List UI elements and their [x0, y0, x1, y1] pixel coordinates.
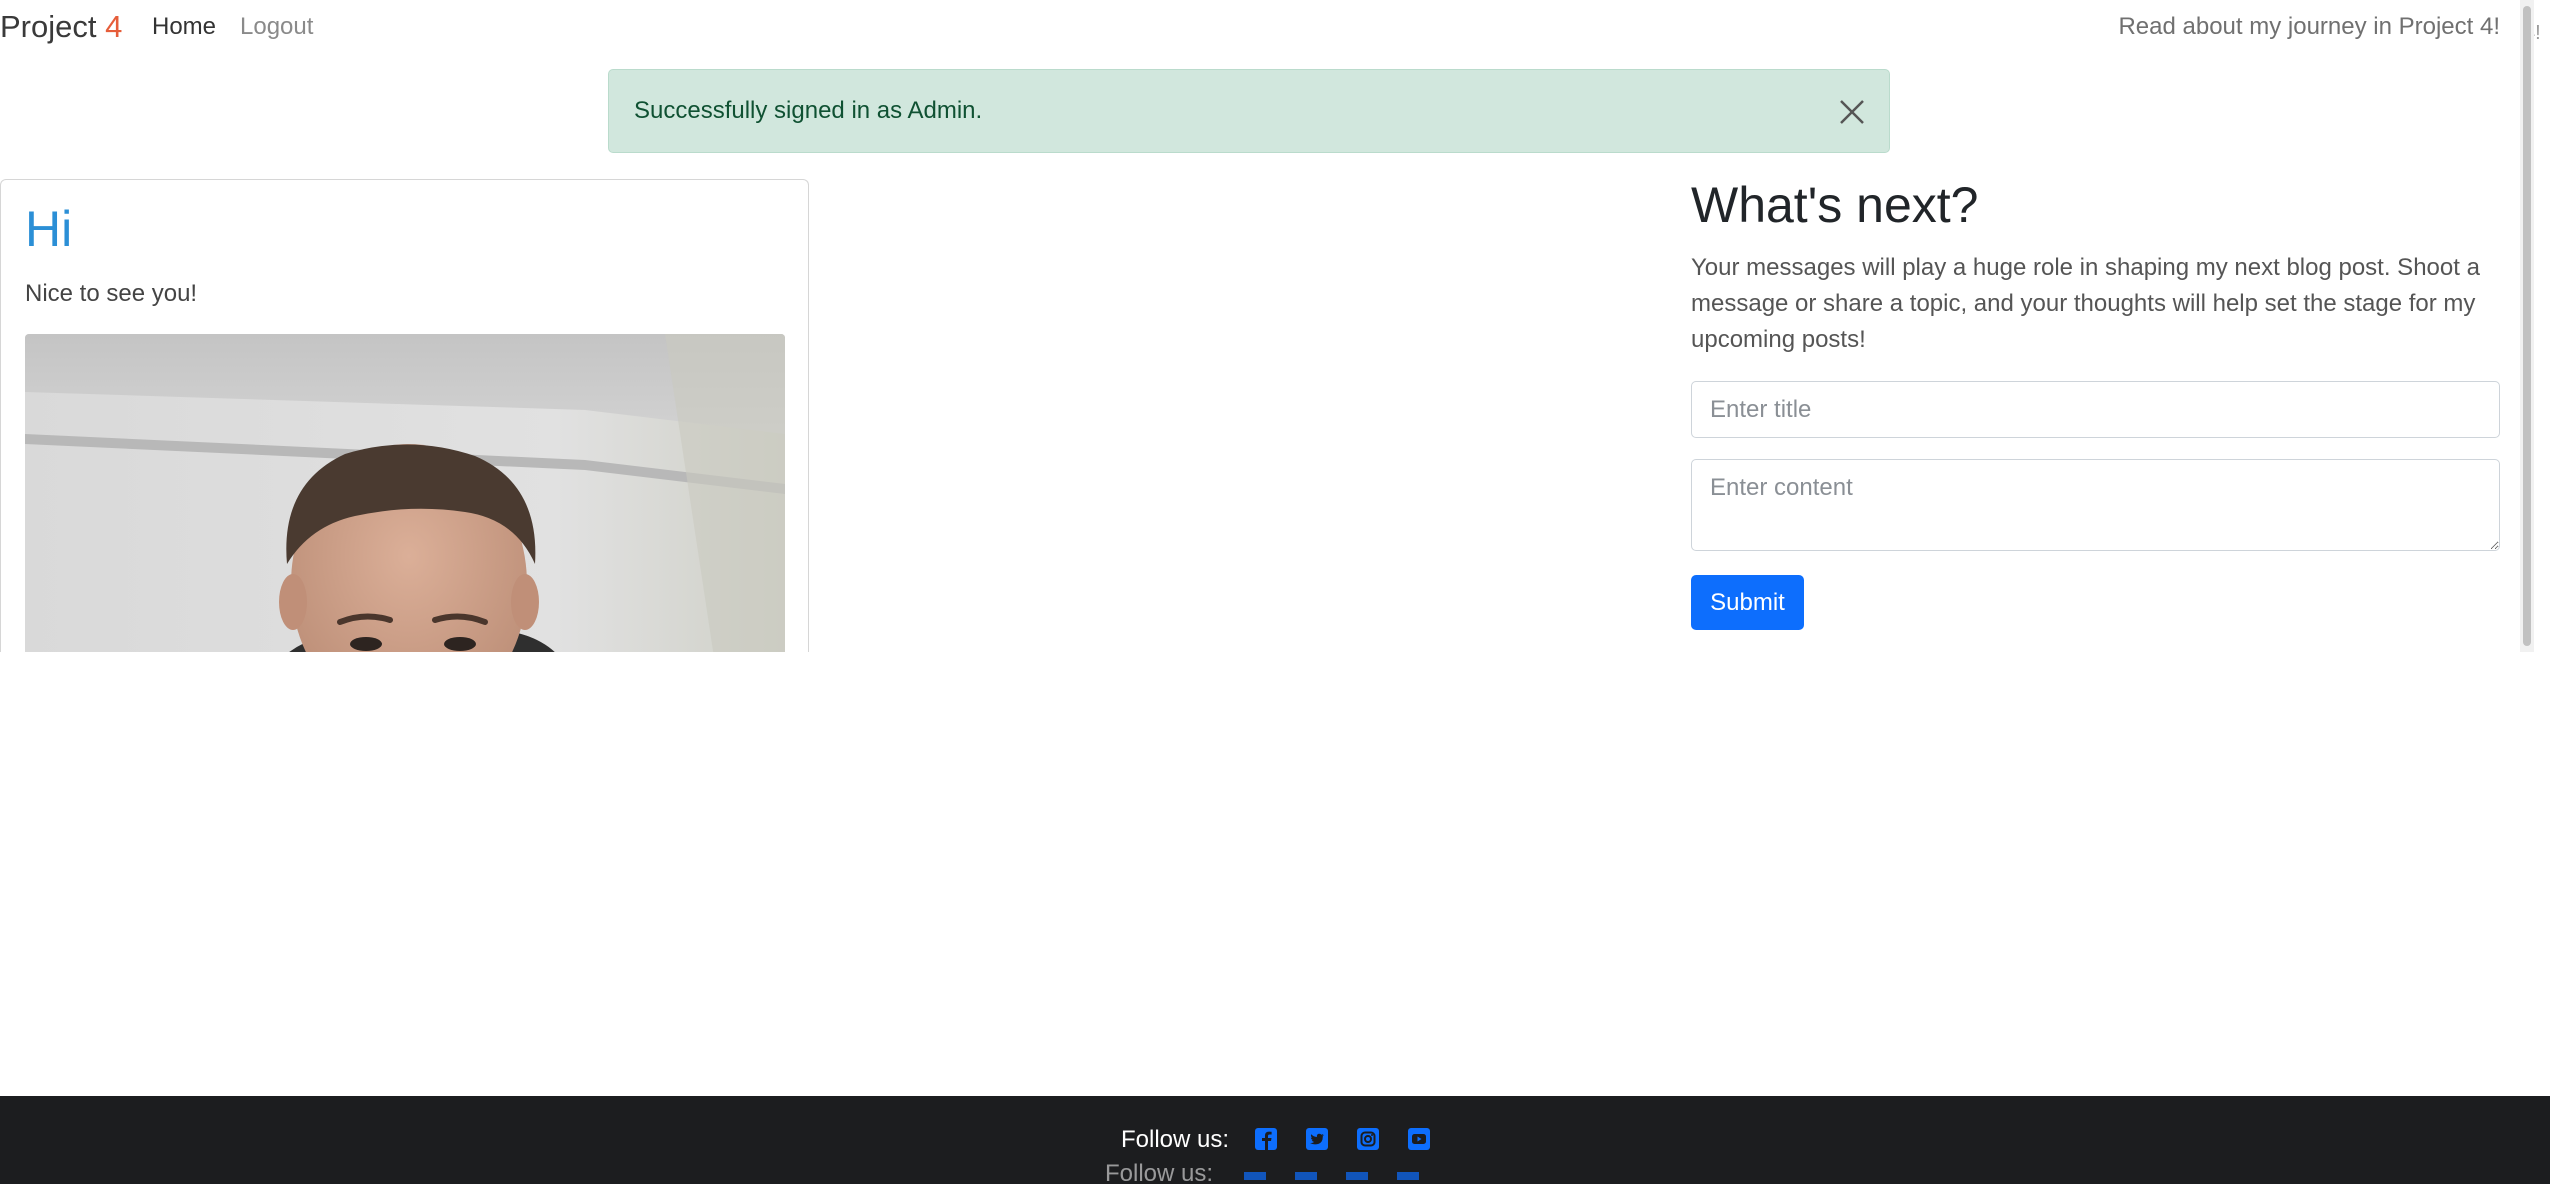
- profile-photo: [25, 334, 785, 652]
- youtube-icon[interactable]: [1406, 1126, 1432, 1152]
- card-text: Nice to see you!: [25, 280, 198, 307]
- follow-us-label: Follow us:: [1121, 1126, 1230, 1153]
- content-textarea[interactable]: [1691, 459, 2500, 551]
- nav-home-link[interactable]: Home: [152, 13, 216, 41]
- title-input[interactable]: [1691, 381, 2500, 438]
- whats-next-heading: What's next?: [1691, 177, 1979, 233]
- footer-ghost-label: Follow us:: [1105, 1160, 1214, 1184]
- navbar: Project 4 Home Logout Read about my jour…: [0, 0, 2520, 55]
- brand-logo[interactable]: Project 4: [0, 9, 122, 45]
- scrollbar[interactable]: [2520, 0, 2534, 652]
- close-icon[interactable]: [1837, 97, 1867, 127]
- ghost-instagram-icon: [1346, 1172, 1368, 1180]
- footer: Follow us: Follow us:: [0, 1096, 2550, 1184]
- nav-logout-link[interactable]: Logout: [240, 13, 313, 41]
- whats-next-description: Your messages will play a huge role in s…: [1691, 254, 2480, 353]
- ghost-youtube-icon: [1397, 1172, 1419, 1180]
- welcome-card: Hi Nice to see you!: [0, 179, 809, 652]
- ghost-twitter-icon: [1295, 1172, 1317, 1180]
- submit-button[interactable]: Submit: [1691, 575, 1804, 630]
- brand-text: Project: [0, 9, 97, 44]
- twitter-icon[interactable]: [1304, 1126, 1330, 1152]
- alert-message: Successfully signed in as Admin.: [634, 97, 983, 124]
- facebook-icon[interactable]: [1253, 1126, 1279, 1152]
- brand-accent: 4: [105, 9, 123, 44]
- success-alert: Successfully signed in as Admin.: [608, 69, 1890, 153]
- ghost-facebook-icon: [1244, 1172, 1266, 1180]
- nav-journey-link[interactable]: Read about my journey in Project 4!: [2118, 13, 2500, 41]
- card-title: Hi: [25, 201, 73, 257]
- instagram-icon[interactable]: [1355, 1126, 1381, 1152]
- scrollbar-thumb[interactable]: [2523, 6, 2531, 646]
